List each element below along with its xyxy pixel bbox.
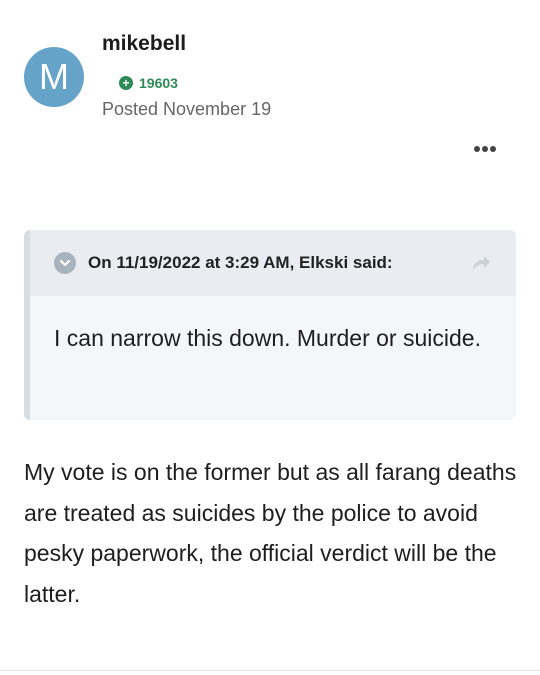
quote-header: On 11/19/2022 at 3:29 AM, Elkski said: (30, 230, 516, 296)
quote-block: On 11/19/2022 at 3:29 AM, Elkski said: I… (24, 230, 516, 420)
quote-text: I can narrow this down. Murder or suicid… (54, 325, 481, 351)
plus-circle-icon: + (119, 76, 133, 90)
post-date: Posted November 19 (102, 99, 272, 119)
author-name[interactable]: mikebell (102, 32, 186, 56)
chevron-down-icon[interactable] (54, 252, 76, 274)
divider (0, 670, 540, 671)
post-body: My vote is on the former but as all fara… (24, 459, 517, 607)
avatar[interactable]: M (24, 47, 84, 107)
quote-citation: On 11/19/2022 at 3:29 AM, Elkski said: (88, 253, 393, 272)
reputation-count: 19603 (139, 75, 178, 91)
share-arrow-icon[interactable] (470, 252, 492, 274)
more-options-icon[interactable] (474, 146, 496, 152)
reputation-badge: + 19603 (119, 75, 178, 91)
